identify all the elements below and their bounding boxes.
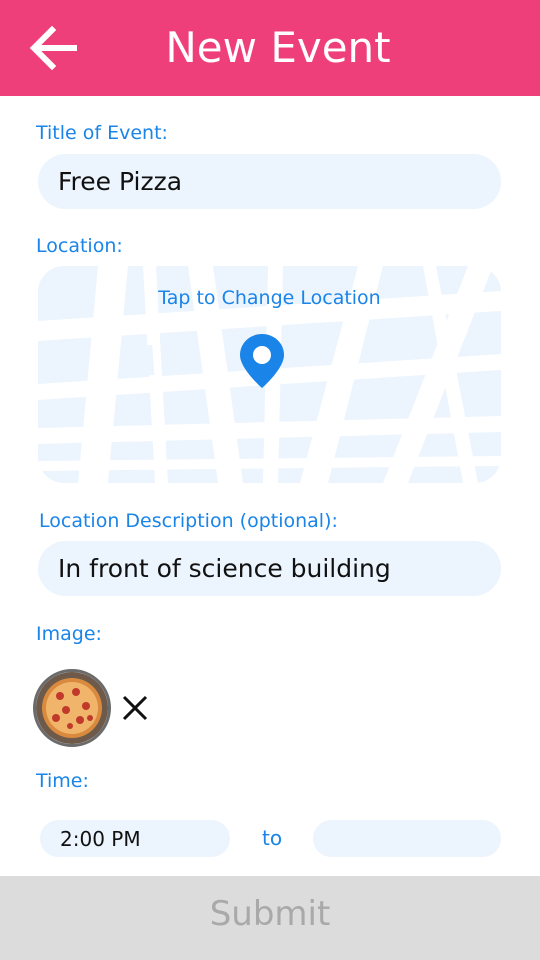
title-input-value: Free Pizza [58,167,183,196]
remove-image-button[interactable] [120,693,150,723]
location-description-value: In front of science building [58,554,391,583]
location-description-label: Location Description (optional): [39,510,338,532]
location-map[interactable]: Tap to Change Location [38,266,501,483]
end-time-input[interactable] [313,820,501,857]
start-time-input[interactable]: 2:00 PM [40,820,230,857]
map-hint: Tap to Change Location [158,287,381,309]
time-label: Time: [36,770,89,792]
location-description-input[interactable]: In front of science building [38,541,501,596]
pizza-image [36,672,108,744]
image-label: Image: [36,623,102,645]
location-label: Location: [36,235,123,257]
title-input[interactable]: Free Pizza [38,154,501,209]
page-title: New Event [165,23,391,72]
submit-button[interactable]: Submit [0,876,540,960]
title-label: Title of Event: [36,122,168,144]
start-time-value: 2:00 PM [60,826,141,851]
close-icon [122,695,148,721]
app-bar: New Event [0,0,540,96]
time-separator: to [262,826,283,850]
event-image-thumbnail[interactable] [33,669,111,747]
